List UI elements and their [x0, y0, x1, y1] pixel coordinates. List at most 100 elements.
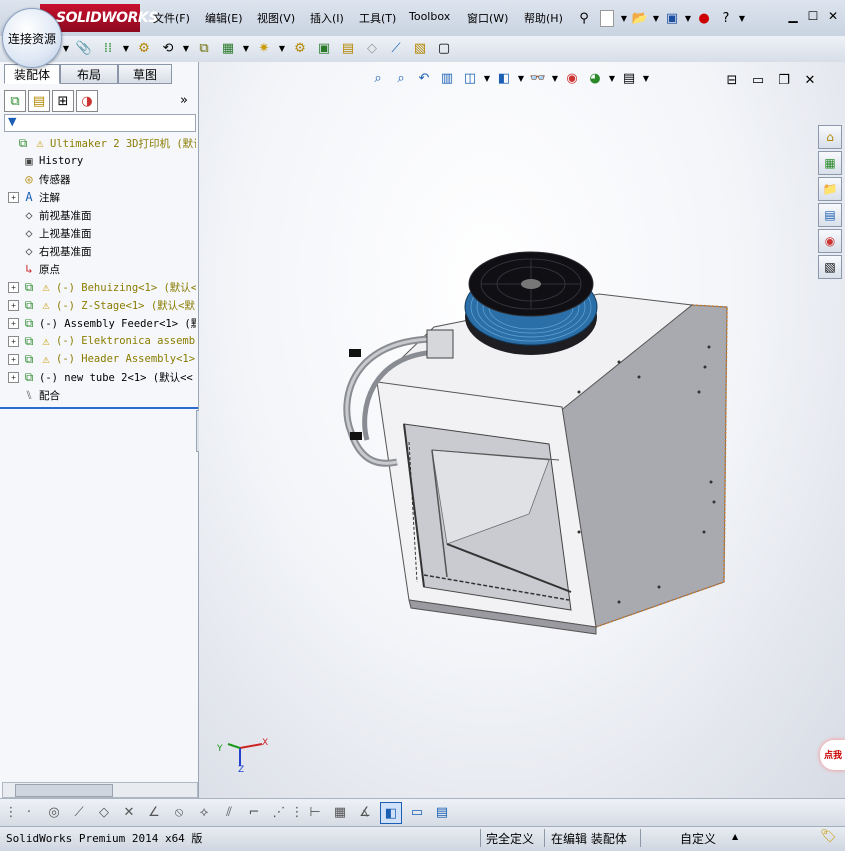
bill-of-materials-icon[interactable]: ▤: [338, 38, 358, 58]
menu-window[interactable]: 窗口(W): [467, 10, 508, 26]
tree-item[interactable]: ◇ 上视基准面: [8, 224, 91, 242]
close-icon[interactable]: ✕: [824, 8, 842, 24]
chevron-down-icon[interactable]: ▼: [122, 38, 130, 58]
scene-icon[interactable]: ◕: [585, 68, 605, 88]
tab-layout[interactable]: 布局: [60, 64, 118, 84]
menu-file[interactable]: 文件(F): [153, 10, 190, 26]
point-icon[interactable]: ·: [19, 802, 39, 822]
chevron-down-icon[interactable]: ▼: [483, 68, 491, 88]
edit-appearance-icon[interactable]: ◉: [562, 68, 582, 88]
home-icon[interactable]: ⌂: [818, 125, 842, 149]
measure-icon[interactable]: ⟋: [386, 38, 406, 58]
chevron-down-icon[interactable]: ▼: [551, 68, 559, 88]
configuration-manager-icon[interactable]: ⊞: [52, 90, 74, 112]
tree-item[interactable]: + ⧉ ⚠ (-) Header Assembly<1>: [8, 350, 195, 368]
file-explorer-icon[interactable]: 📁: [818, 177, 842, 201]
chevron-down-icon[interactable]: ▼: [642, 68, 650, 88]
split-window-icon[interactable]: ⊟: [722, 70, 742, 90]
chevron-down-icon[interactable]: ▼: [738, 8, 746, 28]
units-selector[interactable]: 自定义: [680, 830, 716, 846]
tree-item[interactable]: + ⧉ ⚠ (-) Z-Stage<1> (默认<默: [8, 296, 195, 314]
polygon-icon[interactable]: ◇: [94, 802, 114, 822]
expand-plus-icon[interactable]: +: [8, 335, 19, 347]
expand-panel-icon[interactable]: »: [180, 93, 188, 108]
circle-icon[interactable]: ◎: [44, 802, 64, 822]
expand-plus-icon[interactable]: +: [8, 317, 19, 329]
appearances-icon[interactable]: ◉: [818, 229, 842, 253]
tree-item[interactable]: + A 注解: [8, 188, 60, 206]
floating-help-popup[interactable]: 点我: [820, 740, 845, 770]
filter-box[interactable]: ▼: [4, 114, 196, 132]
shaded-view-icon[interactable]: ◧: [380, 802, 402, 824]
paperclip-icon[interactable]: 📎: [74, 38, 94, 58]
table-icon[interactable]: ▤: [432, 802, 452, 822]
menu-insert[interactable]: 插入(I): [310, 10, 344, 26]
tree-item[interactable]: + ⧉ ⚠ (-) Elektronica assembl: [8, 332, 196, 350]
rollback-bar[interactable]: [0, 407, 198, 409]
extend-icon[interactable]: ∠: [144, 802, 164, 822]
viewport-restore-icon[interactable]: ❐: [774, 70, 794, 90]
section-view-icon[interactable]: ▥: [437, 68, 457, 88]
menu-tools[interactable]: 工具(T): [359, 10, 396, 26]
view-settings-icon[interactable]: ▤: [619, 68, 639, 88]
feature-manager-icon[interactable]: ⧉: [4, 90, 26, 112]
menu-edit[interactable]: 编辑(E): [205, 10, 243, 26]
smart-fasteners-icon[interactable]: ⚙: [134, 38, 154, 58]
previous-view-icon[interactable]: ↶: [414, 68, 434, 88]
chevron-down-icon[interactable]: ▼: [608, 68, 616, 88]
chevron-down-icon[interactable]: ▼: [278, 38, 286, 58]
horizontal-layout-icon[interactable]: ▭: [407, 802, 427, 822]
chevron-down-icon[interactable]: ▼: [182, 38, 190, 58]
tree-item[interactable]: ⑊ 配合: [8, 386, 60, 404]
hide-show-items-icon[interactable]: 👓: [528, 68, 548, 88]
parallel-icon[interactable]: ⫽: [219, 802, 239, 822]
tree-item[interactable]: + ⧉ ⚠ (-) Behuizing<1> (默认<: [8, 278, 196, 296]
view-palette-icon[interactable]: ▤: [818, 203, 842, 227]
open-folder-icon[interactable]: 📂: [630, 8, 650, 28]
chevron-down-icon[interactable]: ▼: [517, 68, 525, 88]
new-document-icon[interactable]: [600, 10, 614, 27]
show-hidden-icon[interactable]: ▦: [218, 38, 238, 58]
tree-item[interactable]: + ⧉ (-) new tube 2<1> (默认<<: [8, 368, 193, 386]
expand-plus-icon[interactable]: +: [8, 191, 19, 203]
display-style-icon[interactable]: ◧: [494, 68, 514, 88]
zoom-to-area-icon[interactable]: ⌕: [391, 68, 411, 88]
tree-item[interactable]: ⧉ ⚠ Ultimaker 2 3D打印机 (默认: [2, 134, 196, 152]
mass-properties-icon[interactable]: ▧: [410, 38, 430, 58]
menu-toolbox[interactable]: Toolbox: [409, 10, 450, 23]
help-icon[interactable]: ?: [716, 8, 736, 28]
expand-plus-icon[interactable]: +: [8, 281, 19, 293]
chevron-down-icon[interactable]: ▼: [62, 38, 70, 58]
component-pattern-icon[interactable]: ⁞⁞: [98, 38, 118, 58]
assembly-features-icon[interactable]: ⚙: [290, 38, 310, 58]
expand-plus-icon[interactable]: +: [8, 371, 19, 383]
display-manager-icon[interactable]: ◑: [76, 90, 98, 112]
tab-sketch[interactable]: 草图: [118, 64, 172, 84]
dimension-icon[interactable]: ⊢: [305, 802, 325, 822]
tree-item[interactable]: ◎ 传感器: [8, 170, 70, 188]
expand-plus-icon[interactable]: +: [8, 353, 19, 365]
interference-icon[interactable]: ◇: [362, 38, 382, 58]
property-manager-icon[interactable]: ▤: [28, 90, 50, 112]
custom-properties-icon[interactable]: ▧: [818, 255, 842, 279]
panel-horizontal-scrollbar[interactable]: [2, 782, 198, 798]
design-library-icon[interactable]: ▦: [818, 151, 842, 175]
chevron-up-icon[interactable]: ▲: [732, 832, 738, 841]
connect-resources-button[interactable]: 连接资源: [2, 8, 62, 68]
zoom-to-fit-icon[interactable]: ⌕: [368, 68, 388, 88]
chevron-down-icon[interactable]: ▼: [684, 8, 692, 28]
expand-plus-icon[interactable]: +: [8, 299, 19, 311]
viewport-minimize-icon[interactable]: ▭: [748, 70, 768, 90]
reference-geometry-icon[interactable]: ▣: [314, 38, 334, 58]
move-component-icon[interactable]: ⟲: [158, 38, 178, 58]
tree-item[interactable]: + ⧉ (-) Assembly Feeder<1> (默: [8, 314, 196, 332]
grid-icon[interactable]: ▦: [330, 802, 350, 822]
line-icon[interactable]: ⟋: [69, 802, 89, 822]
pin-icon[interactable]: ⚲: [574, 8, 594, 28]
menu-help[interactable]: 帮助(H): [524, 10, 563, 26]
construction-icon[interactable]: ⋰: [269, 802, 289, 822]
rebuild-traffic-light-icon[interactable]: ●: [694, 8, 714, 28]
maximize-icon[interactable]: ☐: [804, 8, 822, 24]
save-icon[interactable]: ▣: [662, 8, 682, 28]
tree-item[interactable]: ◇ 前视基准面: [8, 206, 91, 224]
